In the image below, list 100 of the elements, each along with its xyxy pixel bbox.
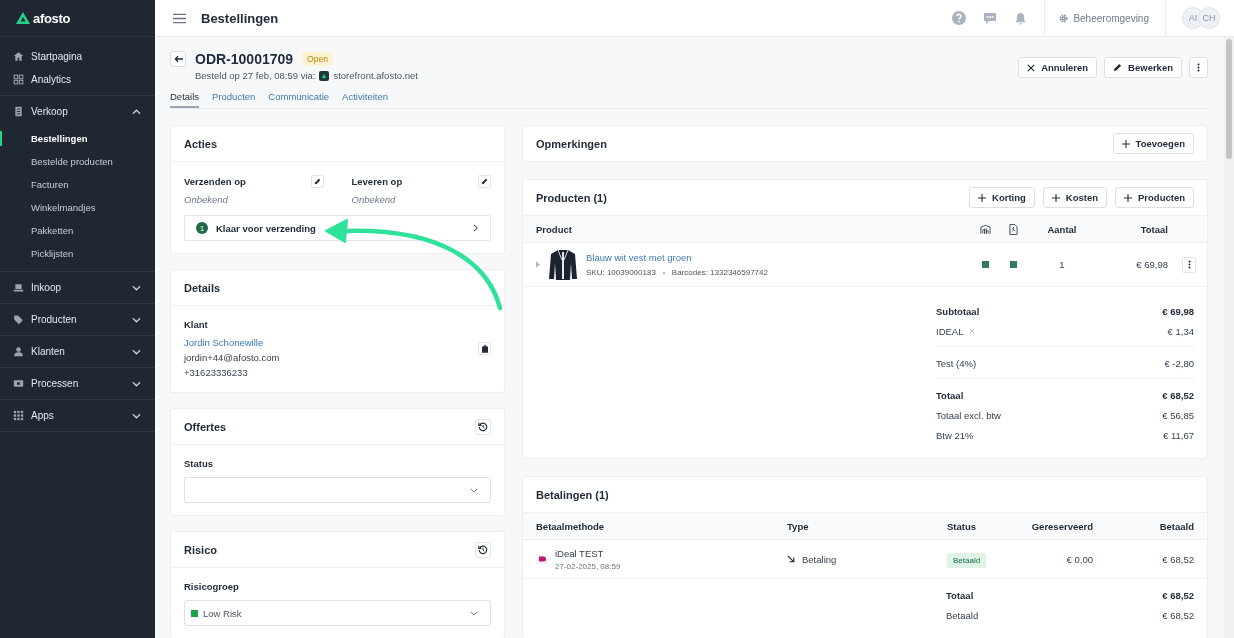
scrollbar[interactable] bbox=[1224, 37, 1234, 638]
history-icon bbox=[478, 421, 488, 432]
page-title: Bestellingen bbox=[201, 10, 279, 26]
summary-value: € 68,52 bbox=[1162, 389, 1194, 401]
chevron-right-icon bbox=[473, 224, 478, 232]
payment-date: 27-02-2025, 08:59 bbox=[555, 561, 621, 571]
help-icon[interactable] bbox=[952, 11, 967, 25]
edit-button[interactable] bbox=[478, 175, 491, 188]
field-label: Risicogroep bbox=[184, 581, 239, 592]
back-arrow-icon bbox=[173, 55, 183, 63]
summary-value: € -2,80 bbox=[1164, 357, 1194, 369]
summary-label: Totaal excl. btw bbox=[936, 409, 1001, 421]
column-header: Betaalmethode bbox=[536, 520, 606, 532]
sku-text: SKU: 10039000183 bbox=[586, 268, 656, 277]
edit-button[interactable] bbox=[310, 175, 324, 188]
payment-method: iDeal TEST bbox=[555, 547, 605, 559]
tab[interactable]: Activiteiten bbox=[342, 89, 388, 108]
summary-label: Totaal bbox=[936, 389, 964, 401]
clipboard-icon bbox=[481, 344, 488, 353]
tag-icon bbox=[13, 314, 24, 325]
nav-subitem[interactable]: Winkelmandjes bbox=[0, 196, 155, 219]
ideal-icon bbox=[536, 554, 548, 564]
logo-icon bbox=[16, 12, 30, 24]
table-cell-text: € 0,00 bbox=[1065, 553, 1093, 565]
pdf-icon bbox=[1008, 223, 1018, 235]
add-button[interactable]: Producten bbox=[1115, 187, 1194, 208]
history-icon bbox=[478, 544, 488, 555]
copy-button[interactable] bbox=[478, 342, 491, 355]
laptop-icon bbox=[13, 282, 24, 293]
chevron-down-icon bbox=[470, 487, 478, 493]
column-header: Totaal bbox=[1139, 223, 1168, 235]
card-icon bbox=[13, 378, 24, 389]
action-button[interactable]: Annuleren bbox=[1018, 57, 1098, 78]
nav-item[interactable]: Verkoop bbox=[0, 96, 155, 127]
nav-item[interactable]: Analytics bbox=[0, 68, 155, 91]
nav-item[interactable]: Producten bbox=[0, 304, 155, 335]
summary-value: € 68,52 bbox=[1162, 589, 1194, 601]
add-button[interactable]: Toevoegen bbox=[1112, 133, 1194, 154]
summary-label: Test (4%) bbox=[936, 357, 977, 369]
chat-icon[interactable] bbox=[983, 11, 998, 25]
order-number: ODR-10001709 bbox=[195, 51, 294, 67]
card-title: Risico bbox=[184, 543, 217, 556]
card-title: Producten (1) bbox=[536, 191, 607, 204]
menu-icon[interactable] bbox=[173, 12, 186, 24]
field-value: Onbekend bbox=[351, 194, 397, 205]
summary-label: Betaald bbox=[946, 609, 979, 621]
customer-phone: +31623336233 bbox=[184, 367, 249, 378]
nav-item[interactable]: Startpagina bbox=[0, 45, 155, 68]
more-button[interactable] bbox=[1182, 256, 1196, 273]
nav-subitem[interactable]: Pakketten bbox=[0, 219, 155, 242]
summary-label: Btw 21% bbox=[936, 429, 974, 441]
pencil-icon bbox=[1113, 63, 1123, 72]
action-button[interactable]: Bewerken bbox=[1104, 57, 1182, 78]
summary-value: € 68,52 bbox=[1162, 609, 1194, 621]
section-label: Klant bbox=[184, 319, 209, 330]
column-header: Product bbox=[536, 223, 573, 235]
arrow-down-right-icon bbox=[787, 555, 795, 563]
pencil-icon bbox=[481, 178, 488, 185]
plus-icon bbox=[1051, 193, 1060, 202]
user-icon bbox=[13, 346, 24, 357]
product-link[interactable]: Blauw wit vest met groen bbox=[586, 252, 768, 263]
nav-subitem[interactable]: Bestelde producten bbox=[0, 150, 155, 173]
nav-item[interactable]: Klanten bbox=[0, 336, 155, 367]
summary-label: Subtotaal bbox=[936, 305, 980, 317]
history-button[interactable] bbox=[475, 418, 491, 435]
step-label: Klaar voor verzending bbox=[216, 222, 317, 234]
kebab-icon bbox=[1197, 62, 1200, 73]
card-title: Betalingen (1) bbox=[536, 488, 609, 501]
environment-button[interactable]: Beheeromgeving bbox=[1044, 0, 1166, 37]
payment-type: Betaling bbox=[802, 553, 837, 565]
status-badge: Open bbox=[302, 52, 333, 66]
nav-subitem[interactable]: Picklijsten bbox=[0, 242, 155, 265]
add-button[interactable]: Korting bbox=[969, 187, 1035, 208]
nav-item[interactable]: Apps bbox=[0, 400, 155, 431]
source-link[interactable]: storefront.afosto.net bbox=[333, 70, 418, 81]
tab[interactable]: Producten bbox=[212, 89, 256, 108]
more-button[interactable] bbox=[1189, 57, 1208, 78]
table-cell-text: € 69,98 bbox=[1135, 259, 1168, 270]
column-header: Type bbox=[787, 520, 810, 532]
customer-link[interactable]: Jordin Schonewille bbox=[184, 337, 280, 348]
card-title: Offertes bbox=[184, 420, 227, 433]
bell-icon[interactable] bbox=[1014, 11, 1028, 25]
nav-item[interactable]: Processen bbox=[0, 368, 155, 399]
tab[interactable]: Details bbox=[170, 89, 200, 108]
nav-item[interactable]: Inkoop bbox=[0, 272, 155, 303]
history-button[interactable] bbox=[475, 541, 491, 558]
card-title: Opmerkingen bbox=[536, 137, 607, 150]
back-button[interactable] bbox=[170, 51, 186, 67]
add-button[interactable]: Kosten bbox=[1042, 187, 1107, 208]
risk-select[interactable]: Low Risk bbox=[184, 600, 491, 626]
remove-icon[interactable] bbox=[969, 328, 976, 334]
card-title: Acties bbox=[184, 137, 218, 150]
summary-label: Totaal bbox=[946, 589, 974, 601]
home-icon bbox=[13, 51, 24, 62]
field-label: Verzenden op bbox=[184, 176, 246, 187]
nav-subitem[interactable]: Facturen bbox=[0, 173, 155, 196]
nav-subitem[interactable]: Bestellingen bbox=[0, 127, 155, 150]
column-header: Gereserveerd bbox=[1030, 520, 1093, 532]
expand-icon[interactable] bbox=[536, 261, 540, 268]
tab[interactable]: Communicatie bbox=[268, 89, 330, 108]
